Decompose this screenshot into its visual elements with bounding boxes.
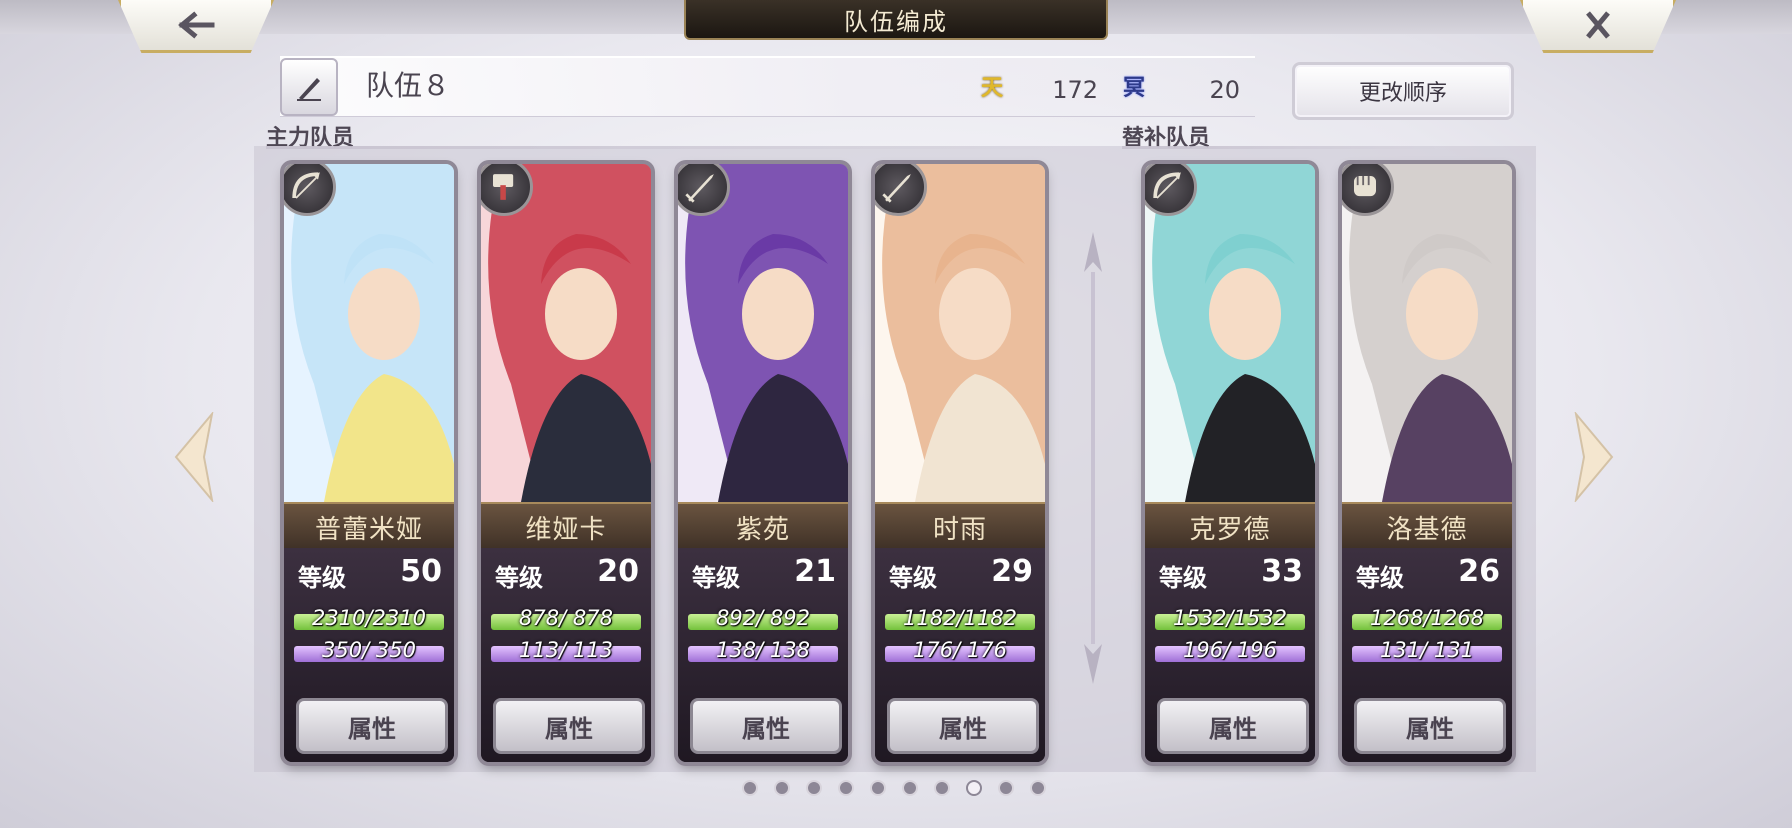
attributes-button[interactable]: 属性 bbox=[296, 698, 448, 754]
hp-value: 878/ 878 bbox=[519, 606, 613, 630]
close-button[interactable] bbox=[1520, 0, 1676, 53]
level-value: 33 bbox=[1261, 554, 1303, 589]
character-name: 普蕾米娅 bbox=[284, 502, 454, 550]
page-dot[interactable] bbox=[902, 780, 918, 796]
stats-panel: 等级 29 1182/1182 176/ 176 属性 bbox=[875, 548, 1045, 762]
level-value: 29 bbox=[991, 554, 1033, 589]
member-card[interactable]: 维娅卡 等级 20 878/ 878 113/ 113 属性 bbox=[481, 164, 651, 762]
level-label: 等级 bbox=[1356, 564, 1404, 592]
sword-icon bbox=[882, 174, 911, 203]
reorder-button[interactable]: 更改顺序 bbox=[1292, 62, 1514, 120]
hp-value: 892/ 892 bbox=[716, 606, 810, 630]
class-badge bbox=[1342, 164, 1394, 216]
page-dot[interactable] bbox=[774, 780, 790, 796]
level-value: 21 bbox=[794, 554, 836, 589]
hammer-icon bbox=[493, 174, 514, 200]
level-label: 等级 bbox=[298, 564, 346, 592]
heaven-currency-icon: 天 bbox=[980, 76, 1003, 101]
mp-value: 176/ 176 bbox=[913, 638, 1007, 662]
fist-icon bbox=[1354, 176, 1376, 197]
page-dot[interactable] bbox=[998, 780, 1014, 796]
class-badge bbox=[1145, 164, 1197, 216]
class-badge bbox=[284, 164, 336, 216]
page-dot[interactable] bbox=[1030, 780, 1046, 796]
back-button[interactable] bbox=[118, 0, 274, 53]
column-separator bbox=[1084, 232, 1102, 684]
level-value: 20 bbox=[597, 554, 639, 589]
level-value: 26 bbox=[1458, 554, 1500, 589]
hp-value: 2310/2310 bbox=[312, 606, 426, 630]
attributes-button[interactable]: 属性 bbox=[1354, 698, 1506, 754]
character-name: 克罗德 bbox=[1145, 502, 1315, 550]
member-card[interactable]: 洛基德 等级 26 1268/1268 131/ 131 属性 bbox=[1342, 164, 1512, 762]
team-name: 队伍８ bbox=[366, 69, 451, 102]
member-card[interactable]: 普蕾米娅 等级 50 2310/2310 350/ 350 属性 bbox=[284, 164, 454, 762]
class-badge bbox=[481, 164, 533, 216]
next-team-arrow[interactable] bbox=[1574, 412, 1614, 502]
attributes-button[interactable]: 属性 bbox=[493, 698, 645, 754]
character-name: 洛基德 bbox=[1342, 502, 1512, 550]
divider bbox=[1122, 146, 1442, 149]
attributes-button[interactable]: 属性 bbox=[887, 698, 1039, 754]
page-title: 队伍编成 bbox=[684, 0, 1108, 40]
page-dot[interactable] bbox=[838, 780, 854, 796]
stats-panel: 等级 26 1268/1268 131/ 131 属性 bbox=[1342, 548, 1512, 762]
level-label: 等级 bbox=[1159, 564, 1207, 592]
level-label: 等级 bbox=[889, 564, 937, 592]
stats-panel: 等级 21 892/ 892 138/ 138 属性 bbox=[678, 548, 848, 762]
underworld-currency-value: 20 bbox=[1209, 76, 1240, 104]
page-dot[interactable] bbox=[742, 780, 758, 796]
stats-panel: 等级 33 1532/1532 196/ 196 属性 bbox=[1145, 548, 1315, 762]
class-badge bbox=[678, 164, 730, 216]
level-value: 50 bbox=[400, 554, 442, 589]
hp-value: 1268/1268 bbox=[1370, 606, 1484, 630]
divider bbox=[266, 146, 1066, 149]
rename-team-button[interactable] bbox=[280, 58, 338, 116]
mp-value: 350/ 350 bbox=[322, 638, 416, 662]
member-card[interactable]: 克罗德 等级 33 1532/1532 196/ 196 属性 bbox=[1145, 164, 1315, 762]
quill-icon bbox=[297, 78, 321, 101]
level-label: 等级 bbox=[692, 564, 740, 592]
sword-icon bbox=[685, 174, 714, 203]
prev-team-arrow[interactable] bbox=[174, 412, 214, 502]
close-icon bbox=[1586, 11, 1610, 39]
character-name: 紫苑 bbox=[678, 502, 848, 550]
hp-value: 1532/1532 bbox=[1173, 606, 1287, 630]
character-name: 时雨 bbox=[875, 502, 1045, 550]
stats-panel: 等级 50 2310/2310 350/ 350 属性 bbox=[284, 548, 454, 762]
page-indicator bbox=[742, 780, 1046, 796]
mp-value: 138/ 138 bbox=[716, 638, 810, 662]
attributes-button[interactable]: 属性 bbox=[1157, 698, 1309, 754]
hp-value: 1182/1182 bbox=[903, 606, 1017, 630]
page-dot[interactable] bbox=[870, 780, 886, 796]
back-arrow-icon bbox=[178, 11, 215, 39]
bow-icon bbox=[1153, 172, 1181, 199]
page-dot[interactable] bbox=[966, 780, 982, 796]
character-name: 维娅卡 bbox=[481, 502, 651, 550]
underworld-currency-icon: 冥 bbox=[1122, 76, 1145, 101]
page-dot[interactable] bbox=[934, 780, 950, 796]
page-dot[interactable] bbox=[806, 780, 822, 796]
stats-panel: 等级 20 878/ 878 113/ 113 属性 bbox=[481, 548, 651, 762]
mp-value: 131/ 131 bbox=[1380, 638, 1474, 662]
mp-value: 113/ 113 bbox=[519, 638, 613, 662]
heaven-currency-value: 172 bbox=[1052, 76, 1098, 104]
bow-icon bbox=[292, 172, 320, 199]
attributes-button[interactable]: 属性 bbox=[690, 698, 842, 754]
member-card[interactable]: 紫苑 等级 21 892/ 892 138/ 138 属性 bbox=[678, 164, 848, 762]
level-label: 等级 bbox=[495, 564, 543, 592]
mp-value: 196/ 196 bbox=[1183, 638, 1277, 662]
member-card[interactable]: 时雨 等级 29 1182/1182 176/ 176 属性 bbox=[875, 164, 1045, 762]
class-badge bbox=[875, 164, 927, 216]
